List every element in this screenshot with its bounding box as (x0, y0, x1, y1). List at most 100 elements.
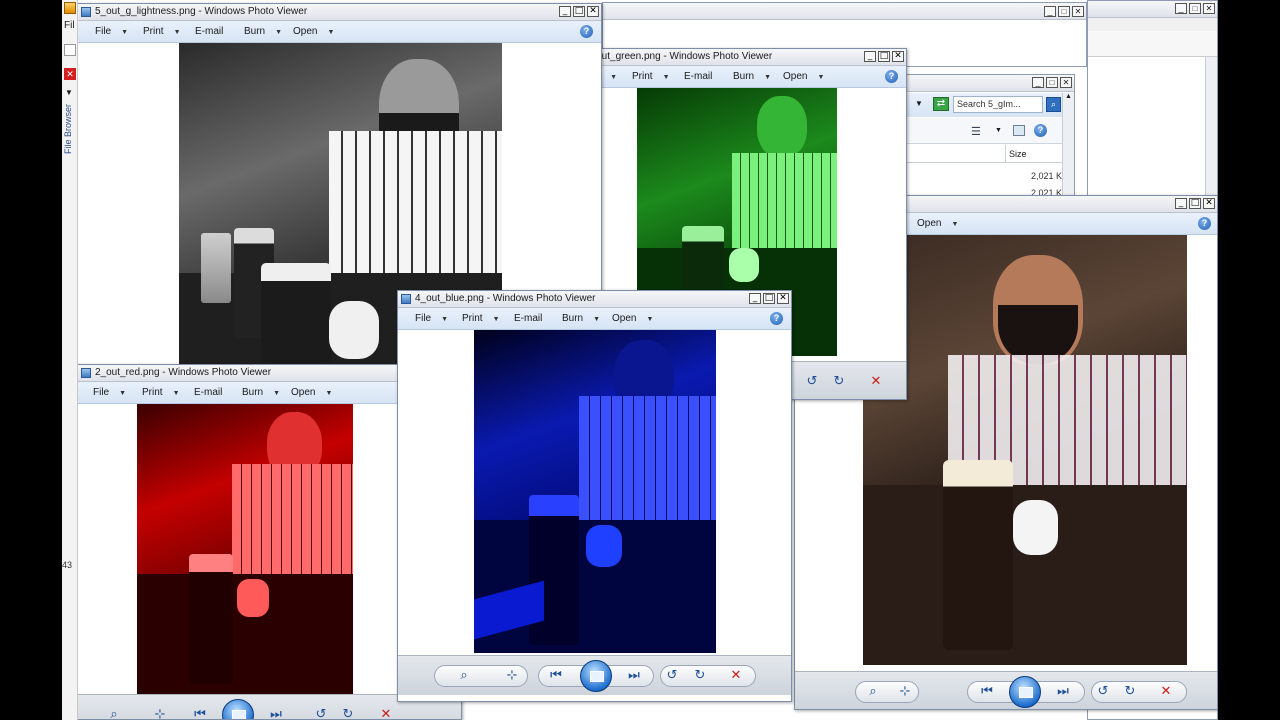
minimize-button[interactable]: _ (1175, 198, 1187, 209)
print-menu[interactable]: Print ▼ (143, 26, 181, 37)
rotate-counterclockwise-icon[interactable]: ↺ (313, 707, 329, 719)
vertical-scrollbar[interactable]: ▲ (1062, 93, 1074, 197)
previous-icon[interactable]: ⏮ (548, 668, 564, 684)
previous-icon[interactable]: ⏮ (192, 707, 208, 719)
close-button[interactable]: ✕ (1203, 3, 1215, 14)
open-menu[interactable]: Open ▼ (917, 218, 958, 229)
dropdown-arrow-icon[interactable]: ▼ (915, 99, 923, 108)
email-menu[interactable]: E-mail (195, 26, 223, 37)
slideshow-button[interactable] (580, 660, 612, 692)
maximize-button[interactable]: □ (1046, 77, 1058, 88)
close-button[interactable]: ✕ (587, 6, 599, 17)
delete-icon[interactable]: ✕ (868, 374, 884, 390)
chevron-down-icon[interactable]: ▼ (995, 127, 1002, 134)
minimize-button[interactable]: _ (1032, 77, 1044, 88)
close-button[interactable]: ✕ (1060, 77, 1072, 88)
maximize-button[interactable]: □ (1058, 6, 1070, 17)
open-menu[interactable]: Open ▼ (612, 313, 653, 324)
viewer-toolbar: ⌕ ⊹ ⏮ ⏭ ↺ ↻ ✕ (795, 671, 1217, 709)
rotate-counterclockwise-icon[interactable]: ↺ (1095, 684, 1111, 700)
close-button[interactable]: ✕ (1203, 198, 1215, 209)
print-menu[interactable]: Print ▼ (632, 71, 670, 82)
file-menu[interactable]: File ▼ (95, 26, 128, 37)
rotate-clockwise-icon[interactable]: ↻ (1122, 684, 1138, 700)
delete-icon[interactable]: ✕ (728, 668, 744, 684)
refresh-icon[interactable]: ⇄ (933, 97, 949, 111)
email-menu[interactable]: E-mail (194, 387, 222, 398)
zoom-icon[interactable]: ⌕ (106, 707, 122, 719)
explorer-titlebar: _ □ ✕ (901, 75, 1074, 92)
panel-button[interactable] (64, 44, 76, 56)
rotate-counterclockwise-icon[interactable]: ↺ (804, 374, 820, 390)
rotate-clockwise-icon[interactable]: ↻ (340, 707, 356, 719)
menu-bar: File▼ Print▼ E-mail Burn▼ Open▼ ? (78, 21, 601, 43)
help-icon[interactable]: ? (885, 70, 898, 83)
chevron-down-icon[interactable]: ▼ (65, 88, 73, 97)
fit-window-icon[interactable]: ⊹ (897, 684, 913, 700)
preview-pane-icon[interactable] (1013, 125, 1025, 136)
photo-viewer-icon (81, 7, 91, 17)
open-menu-label: Open (291, 387, 316, 398)
minimize-button[interactable]: _ (1175, 3, 1187, 14)
minimize-button[interactable]: _ (559, 6, 571, 17)
maximize-button[interactable]: □ (1189, 198, 1201, 209)
print-menu[interactable]: Print ▼ (462, 313, 500, 324)
slideshow-button[interactable] (222, 699, 254, 719)
close-button[interactable]: ✕ (1072, 6, 1084, 17)
minimize-button[interactable]: _ (749, 293, 761, 304)
previous-icon[interactable]: ⏮ (979, 684, 995, 700)
menu-bar: File▼ Print▼ E-mail Burn▼ Open▼ ? (568, 66, 906, 88)
search-input[interactable]: Search 5_gIm... (953, 96, 1043, 113)
print-menu-label: Print (142, 387, 163, 398)
background-window-titlebar: _ □ ✕ (603, 3, 1086, 20)
burn-menu-label: Burn (244, 26, 266, 37)
maximize-button[interactable]: □ (878, 51, 890, 62)
rotate-clockwise-icon[interactable]: ↻ (831, 374, 847, 390)
rotate-clockwise-icon[interactable]: ↻ (692, 668, 708, 684)
zoom-icon[interactable]: ⌕ (865, 684, 881, 700)
close-button[interactable]: ✕ (892, 51, 904, 62)
file-menu[interactable]: File ▼ (93, 387, 126, 398)
open-menu[interactable]: Open ▼ (783, 71, 824, 82)
burn-menu[interactable]: Burn ▼ (562, 313, 600, 324)
maximize-button[interactable]: □ (763, 293, 775, 304)
zoom-icon[interactable]: ⌕ (456, 668, 472, 684)
delete-icon[interactable]: ✕ (1158, 684, 1174, 700)
chevron-down-icon: ▼ (121, 29, 129, 36)
open-menu[interactable]: Open ▼ (291, 387, 332, 398)
delete-icon[interactable]: ✕ (378, 707, 394, 719)
burn-menu[interactable]: Burn ▼ (733, 71, 771, 82)
open-menu[interactable]: Open ▼ (293, 26, 334, 37)
close-button[interactable]: ✕ (777, 293, 789, 304)
views-icon[interactable]: ☰ (971, 125, 981, 138)
print-menu[interactable]: Print ▼ (142, 387, 180, 398)
next-icon[interactable]: ⏭ (1055, 684, 1071, 700)
chevron-down-icon: ▼ (119, 390, 127, 397)
fit-window-icon[interactable]: ⊹ (504, 668, 520, 684)
email-menu[interactable]: E-mail (514, 313, 542, 324)
burn-menu[interactable]: Burn ▼ (242, 387, 280, 398)
next-icon[interactable]: ⏭ (626, 668, 642, 684)
vertical-scrollbar[interactable] (1205, 57, 1217, 197)
burn-menu[interactable]: Burn ▼ (244, 26, 282, 37)
maximize-button[interactable]: □ (573, 6, 585, 17)
file-menu-stub[interactable]: Fil (64, 20, 75, 31)
minimize-button[interactable]: _ (1044, 6, 1056, 17)
explorer-window: _ □ ✕ ▼ ⇄ Search 5_gIm... ⌕ ☰ ▼ ? Size 2… (900, 74, 1075, 198)
close-panel-icon[interactable]: ✕ (64, 68, 76, 80)
help-icon[interactable]: ? (1198, 217, 1211, 230)
file-menu[interactable]: File ▼ (415, 313, 448, 324)
next-icon[interactable]: ⏭ (268, 707, 284, 719)
help-icon[interactable]: ? (770, 312, 783, 325)
search-icon[interactable]: ⌕ (1046, 97, 1061, 112)
help-icon[interactable]: ? (580, 25, 593, 38)
minimize-button[interactable]: _ (864, 51, 876, 62)
rotate-counterclockwise-icon[interactable]: ↺ (664, 668, 680, 684)
help-icon[interactable]: ? (1034, 124, 1047, 137)
scroll-up-icon[interactable]: ▲ (1065, 93, 1072, 100)
fit-window-icon[interactable]: ⊹ (152, 707, 168, 719)
email-menu[interactable]: E-mail (684, 71, 712, 82)
maximize-button[interactable]: □ (1189, 3, 1201, 14)
size-column-header[interactable]: Size (1009, 149, 1027, 159)
slideshow-button[interactable] (1009, 676, 1041, 708)
